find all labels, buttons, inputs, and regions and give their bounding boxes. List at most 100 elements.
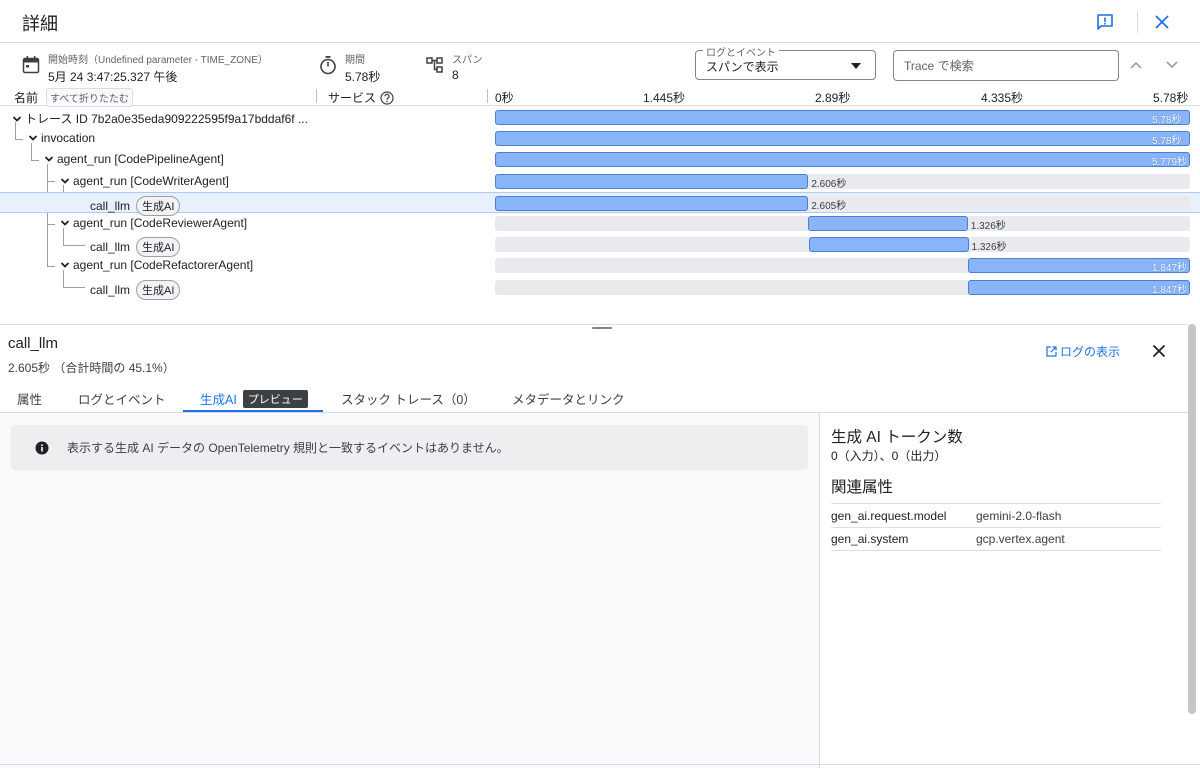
open-in-new-icon	[1046, 346, 1057, 357]
span-label: agent_run [CodeReviewerAgent]	[60, 216, 247, 230]
span-label: invocation	[28, 131, 95, 145]
time-tick-label: 0秒	[495, 91, 514, 105]
search-next-button[interactable]	[1162, 55, 1182, 75]
span-row[interactable]: agent_run [CodeReviewerAgent] 1.326秒	[0, 213, 1200, 234]
name-column-header: 名前	[14, 91, 39, 105]
span-row[interactable]: invocation 5.78秒	[0, 128, 1200, 149]
chevron-down-icon[interactable]	[28, 133, 38, 143]
span-name: call_llm	[90, 199, 131, 213]
span-row[interactable]: agent_run [CodePipelineAgent] 5.779秒	[0, 149, 1200, 170]
span-label: agent_run [CodePipelineAgent]	[44, 152, 224, 166]
log-display-select-label: ログとイベント	[703, 44, 779, 59]
info-message-box: 表示する生成 AI データの OpenTelemetry 規則と一致するイベント…	[11, 425, 808, 470]
span-label: call_llm 生成AI	[90, 237, 181, 257]
span-label: call_llm 生成AI	[90, 280, 181, 300]
info-message-text: 表示する生成 AI データの OpenTelemetry 規則と一致するイベント…	[67, 441, 509, 455]
search-prev-button[interactable]	[1126, 55, 1146, 75]
close-panel-button[interactable]	[1149, 9, 1175, 35]
chevron-down-icon[interactable]	[44, 154, 54, 164]
span-row[interactable]: トレース ID 7b2a0e35eda909222595f9a17bddaf6f…	[0, 107, 1200, 128]
span-row[interactable]: agent_run [CodeRefactorerAgent] 1.847秒	[0, 255, 1200, 276]
info-icon	[35, 441, 49, 454]
span-duration-bar[interactable]	[809, 237, 969, 252]
tab-stack-trace[interactable]: スタック トレース（0）	[341, 389, 476, 408]
chevron-up-icon	[1130, 61, 1142, 69]
span-duration-label: 1.326秒	[970, 221, 1006, 232]
chevron-down-icon[interactable]	[60, 218, 70, 228]
pane-splitter	[0, 324, 1188, 325]
token-count-value: 0（入力）、0（出力）	[831, 449, 947, 463]
span-detail-duration: 2.605秒 （合計時間の 45.1%）	[8, 361, 175, 375]
duration-block: 期間 5.78秒	[319, 51, 380, 85]
panel-title: 詳細	[22, 14, 58, 34]
attributes-table: gen_ai.request.model gemini-2.0-flash ge…	[831, 503, 1161, 551]
span-count-value: 8	[452, 68, 459, 82]
span-detail-title: call_llm	[8, 335, 59, 352]
attribute-value: gcp.vertex.agent	[976, 532, 1065, 546]
close-icon	[1152, 344, 1166, 358]
attribute-row: gen_ai.system gcp.vertex.agent	[831, 527, 1161, 551]
span-duration-bar[interactable]	[495, 110, 1190, 125]
span-row[interactable]: agent_run [CodeWriterAgent] 2.606秒	[0, 171, 1200, 192]
view-logs-label: ログの表示	[1060, 345, 1121, 359]
collapse-all-button[interactable]: すべて折りたたむ	[46, 88, 133, 107]
span-duration-bar[interactable]	[495, 152, 1190, 167]
time-tick-label: 2.89秒	[815, 91, 851, 105]
span-duration-label: 5.78秒	[1152, 136, 1182, 147]
tab-logs-events[interactable]: ログとイベント	[78, 389, 166, 408]
calendar-icon	[22, 56, 40, 74]
tab-metadata-links[interactable]: メタデータとリンク	[512, 389, 625, 408]
chevron-down-icon[interactable]	[12, 114, 22, 124]
pane-divider	[819, 413, 820, 768]
timer-icon	[320, 56, 336, 75]
attribute-value: gemini-2.0-flash	[976, 508, 1062, 523]
span-label: トレース ID 7b2a0e35eda909222595f9a17bddaf6f…	[12, 110, 308, 127]
span-count-block: スパン 8	[426, 51, 483, 82]
genai-badge: 生成AI	[136, 280, 181, 300]
span-duration-bar[interactable]	[808, 216, 968, 231]
close-detail-button[interactable]	[1148, 340, 1170, 362]
tab-attributes[interactable]: 属性	[17, 389, 42, 408]
time-tick-label: 5.78秒	[1153, 91, 1189, 105]
chevron-down-icon	[1166, 61, 1178, 69]
help-icon[interactable]	[380, 90, 394, 105]
feedback-icon	[1097, 14, 1113, 30]
span-row[interactable]: call_llm 生成AI 1.326秒	[0, 234, 1200, 257]
duration-value: 5.78秒	[345, 70, 381, 84]
chevron-down-icon[interactable]	[60, 260, 70, 270]
trace-search-input[interactable]	[893, 50, 1119, 81]
tab-generative-ai-label: 生成AI	[200, 393, 237, 407]
active-tab-indicator	[183, 410, 323, 412]
column-divider[interactable]	[487, 89, 488, 103]
view-logs-link[interactable]: ログの表示	[1046, 343, 1120, 360]
feedback-button[interactable]	[1092, 9, 1118, 35]
span-name: agent_run [CodeWriterAgent]	[73, 174, 229, 188]
span-row[interactable]: call_llm 生成AI 1.847秒	[0, 277, 1200, 300]
related-attributes-title: 関連属性	[831, 479, 894, 496]
span-duration-bar[interactable]	[495, 131, 1190, 146]
service-column-header: サービス	[328, 89, 394, 106]
resize-handle[interactable]	[592, 327, 612, 329]
span-name: invocation	[41, 131, 96, 145]
service-column-label: サービス	[328, 91, 377, 105]
header-divider	[1137, 11, 1138, 33]
span-duration-label: 1.326秒	[971, 242, 1007, 253]
span-duration-label: 1.847秒	[1152, 285, 1188, 296]
span-row[interactable]: call_llm 生成AI 2.605秒	[0, 192, 1200, 216]
column-divider[interactable]	[316, 89, 317, 103]
span-duration-bar[interactable]	[495, 174, 809, 189]
dropdown-arrow-icon	[851, 63, 861, 69]
scrollbar[interactable]	[1188, 324, 1196, 714]
span-name: トレース ID 7b2a0e35eda909222595f9a17bddaf6f…	[25, 112, 308, 126]
span-label: agent_run [CodeWriterAgent]	[60, 174, 229, 188]
attribute-key: gen_ai.request.model	[831, 508, 947, 523]
attribute-row: gen_ai.request.model gemini-2.0-flash	[831, 503, 1161, 527]
tab-generative-ai[interactable]: 生成AI プレビュー	[200, 389, 308, 408]
chevron-down-icon[interactable]	[60, 176, 70, 186]
start-time-label: 開始時刻（Undefined parameter - TIME_ZONE）	[48, 55, 268, 66]
span-duration-label: 5.78秒	[1152, 115, 1182, 126]
span-duration-bar[interactable]	[495, 196, 809, 211]
span-tree-icon	[426, 57, 443, 73]
bottom-border	[0, 764, 1200, 765]
span-duration-label: 2.605秒	[811, 201, 847, 212]
